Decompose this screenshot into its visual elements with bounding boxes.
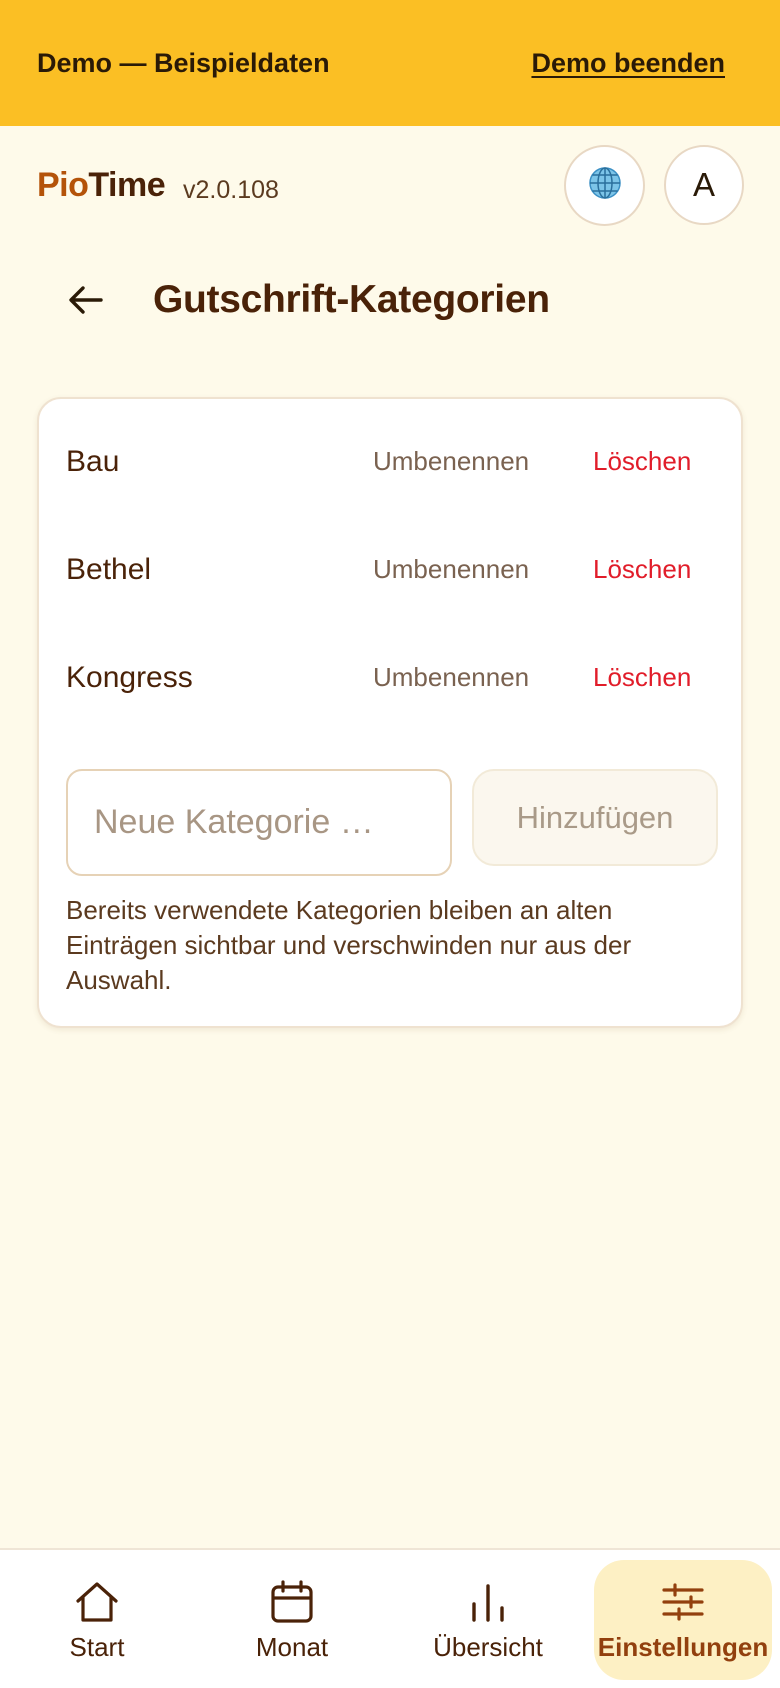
bottom-nav: Start Monat Übersicht Einstellungen: [0, 1548, 780, 1688]
bar-chart-icon: [466, 1578, 510, 1626]
nav-einstellungen[interactable]: Einstellungen: [594, 1560, 772, 1680]
app-header: PioTime v2.0.108 A: [0, 126, 780, 246]
add-category-button[interactable]: Hinzufügen: [472, 769, 718, 866]
avatar-letter: A: [692, 166, 715, 203]
new-category-input[interactable]: [66, 769, 452, 876]
nav-monat-label: Monat: [255, 1632, 329, 1662]
nav-uebersicht-label: Übersicht: [433, 1632, 543, 1662]
nav-uebersicht[interactable]: Übersicht: [413, 1560, 563, 1680]
delete-button[interactable]: Löschen: [593, 446, 691, 477]
back-button[interactable]: [60, 276, 112, 328]
category-row: Kongress Umbenennen Löschen: [39, 625, 745, 733]
categories-card: Bau Umbenennen Löschen Bethel Umbenennen…: [37, 397, 743, 1028]
app-logo: PioTime: [37, 166, 166, 205]
category-row: Bau Umbenennen Löschen: [39, 409, 745, 517]
nav-start-label: Start: [69, 1632, 125, 1662]
avatar-button[interactable]: A: [664, 145, 744, 225]
home-icon: [73, 1578, 121, 1626]
arrow-left-icon: [68, 285, 104, 320]
hint-text: Bereits verwendete Kategorien bleiben an…: [66, 895, 632, 995]
rename-button[interactable]: Umbenennen: [373, 554, 529, 585]
nav-start[interactable]: Start: [37, 1560, 157, 1680]
app-version: v2.0.108: [183, 176, 279, 204]
delete-button[interactable]: Löschen: [593, 662, 691, 693]
language-button[interactable]: [564, 145, 645, 226]
demo-banner: Demo — Beispieldaten Demo beenden: [0, 0, 780, 126]
logo-pio: Pio: [37, 166, 89, 204]
calendar-icon: [269, 1578, 315, 1626]
category-name: Bethel: [66, 553, 152, 586]
category-name: Bau: [66, 445, 120, 478]
page-title: Gutschrift-Kategorien: [153, 278, 550, 321]
nav-monat[interactable]: Monat: [232, 1560, 352, 1680]
end-demo-link[interactable]: Demo beenden: [531, 48, 725, 79]
page-header: Gutschrift-Kategorien: [0, 258, 780, 346]
rename-button[interactable]: Umbenennen: [373, 446, 529, 477]
sliders-icon: [660, 1578, 706, 1626]
rename-button[interactable]: Umbenennen: [373, 662, 529, 693]
demo-banner-text: Demo — Beispieldaten: [37, 47, 330, 78]
category-row: Bethel Umbenennen Löschen: [39, 517, 745, 625]
globe-icon: [587, 165, 623, 206]
nav-einstellungen-label: Einstellungen: [597, 1632, 769, 1662]
logo-time: Time: [88, 166, 166, 204]
category-name: Kongress: [66, 661, 193, 694]
delete-button[interactable]: Löschen: [593, 554, 691, 585]
